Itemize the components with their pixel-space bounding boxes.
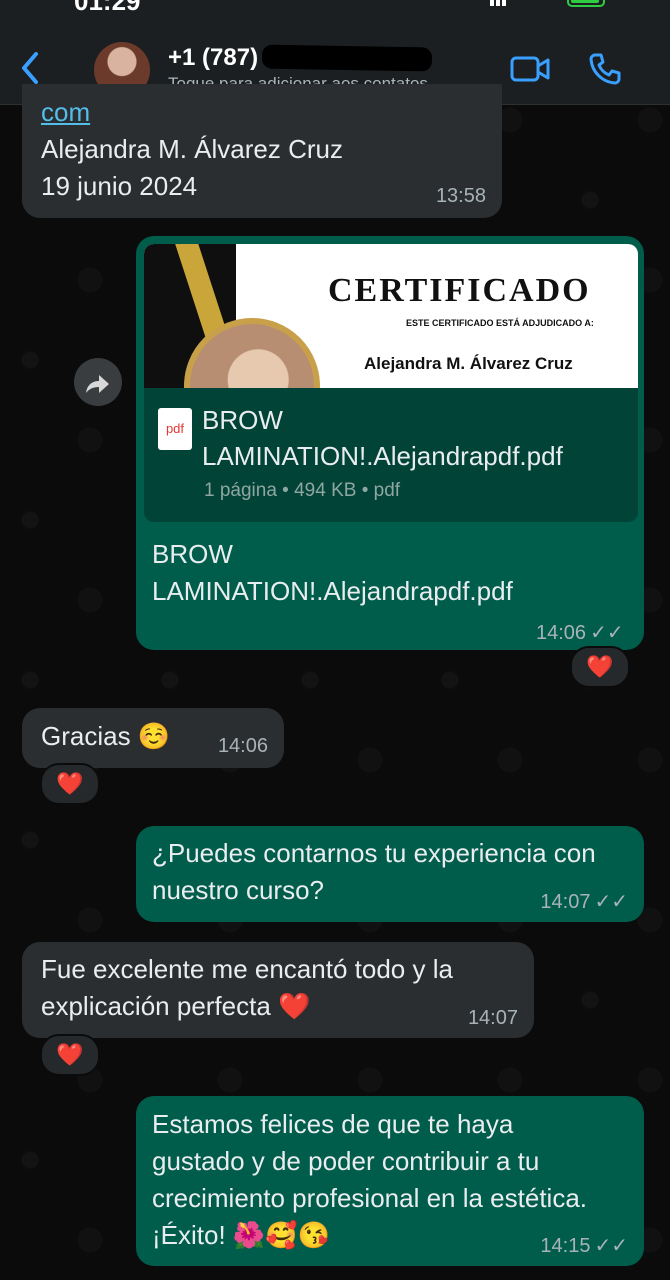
message-bubble-outgoing[interactable]: ¿Puedes contarnos tu experiencia con nue… xyxy=(136,826,644,922)
status-icons xyxy=(490,0,605,7)
voice-call-button[interactable] xyxy=(588,52,622,86)
forward-button[interactable] xyxy=(74,358,122,406)
pdf-file-icon: pdf xyxy=(158,408,192,450)
certificate-preview[interactable]: CERTIFICADO ESTE CERTIFICADO ESTÁ ADJUDI… xyxy=(144,244,638,388)
reaction-badge[interactable]: ❤️ xyxy=(40,1034,100,1076)
video-call-icon xyxy=(510,56,550,82)
message-text: Fue excelente me encantó todo y la expli… xyxy=(41,954,453,1021)
video-call-button[interactable] xyxy=(510,54,550,84)
file-meta: 1 página • 494 KB • pdf xyxy=(204,480,401,501)
reaction-badge[interactable]: ❤️ xyxy=(40,763,100,805)
message-time: 14:06 xyxy=(536,622,587,644)
message-bubble-incoming[interactable]: Fue excelente me encantó todo y la expli… xyxy=(22,942,534,1038)
message-link[interactable]: com xyxy=(41,94,343,131)
forward-icon xyxy=(86,375,109,394)
certificate-name: Alejandra M. Álvarez Cruz xyxy=(364,354,573,373)
read-receipt-icon: ✓✓ xyxy=(590,622,624,644)
message-time-row: 14:15 ✓✓ xyxy=(540,1233,628,1258)
message-text: Gracias ☺️ xyxy=(41,721,171,751)
message-text: Estamos felices de que te haya gustado y… xyxy=(152,1109,588,1250)
phone-icon xyxy=(589,53,621,85)
back-button[interactable] xyxy=(16,48,46,88)
file-name: BROW LAMINATION!.Alejandrapdf.pdf xyxy=(202,405,563,471)
read-receipt-icon: ✓✓ xyxy=(594,891,628,913)
message-time: 13:58 xyxy=(435,185,486,207)
message-bubble-incoming[interactable]: Gracias ☺️ 14:06 xyxy=(22,708,284,768)
message-line: 19 junio 2024 xyxy=(41,171,198,201)
certificate-subtitle: ESTE CERTIFICADO ESTÁ ADJUDICADO A: xyxy=(406,318,594,328)
chevron-left-icon xyxy=(22,52,38,84)
message-time: 14:15 xyxy=(540,1235,591,1257)
message-line: Alejandra M. Álvarez Cruz xyxy=(41,134,343,164)
redaction-mark xyxy=(261,44,433,72)
reaction-badge[interactable]: ❤️ xyxy=(570,646,630,688)
message-time: 14:07 xyxy=(540,891,591,913)
message-time-row: 14:07 ✓✓ xyxy=(540,889,628,914)
status-time: 01:29 xyxy=(74,0,141,16)
read-receipt-icon: ✓✓ xyxy=(594,1235,628,1257)
document-caption: BROW LAMINATION!.Alejandrapdf.pdf xyxy=(152,539,513,606)
message-bubble-incoming[interactable]: com Alejandra M. Álvarez Cruz 19 junio 2… xyxy=(22,84,502,218)
message-bubble-outgoing[interactable]: Estamos felices de que te haya gustado y… xyxy=(136,1096,644,1266)
certificate-title: CERTIFICADO xyxy=(328,272,591,309)
message-time: 14:06 xyxy=(217,735,268,757)
message-time-row: 14:06 ✓✓ xyxy=(536,620,624,645)
file-attachment[interactable]: pdf BROW LAMINATION!.Alejandrapdf.pdf 1 … xyxy=(144,388,638,522)
message-time: 14:07 xyxy=(467,1007,518,1029)
contact-name[interactable]: +1 (787) xyxy=(168,44,258,72)
